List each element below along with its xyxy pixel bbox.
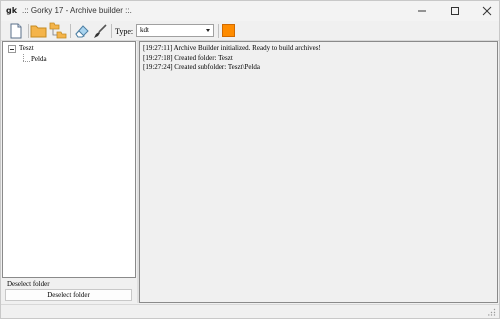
resize-grip-icon[interactable] (488, 308, 496, 316)
deselect-folder-label: Deselect folder (7, 280, 50, 288)
toolbar: Type: kdt (1, 21, 499, 41)
tree-node-root[interactable]: Teszt (19, 44, 34, 52)
app-icon: gk (6, 6, 18, 15)
tree-node-child[interactable]: Pelda (31, 55, 47, 63)
folder-tree[interactable]: Teszt Pelda (2, 41, 136, 278)
type-label: Type: (115, 27, 134, 36)
deselect-folder-button[interactable]: Deselect folder (5, 289, 132, 301)
title-bar: gk .:: Gorky 17 - Archive builder ::. (1, 1, 499, 21)
new-archive-button[interactable] (7, 22, 25, 40)
close-icon (482, 6, 492, 16)
orange-square-icon[interactable] (222, 24, 235, 37)
status-bar (1, 304, 499, 318)
log-line: [19:27:18] Created folder: Teszt (143, 53, 233, 62)
window-title: .:: Gorky 17 - Archive builder ::. (22, 6, 132, 15)
brush-button[interactable] (91, 22, 109, 40)
log-line: [19:27:24] Created subfolder: Teszt\Peld… (143, 63, 260, 71)
close-button[interactable] (471, 1, 500, 21)
type-dropdown-value: kdt (140, 26, 149, 34)
new-file-icon (10, 23, 22, 39)
tree-connector (23, 54, 24, 61)
eraser-button[interactable] (73, 22, 91, 40)
archive-builder-window: gk .:: Gorky 17 - Archive builder ::. Ty… (0, 0, 500, 319)
open-folder-icon (30, 25, 47, 38)
collapse-icon[interactable] (8, 45, 16, 53)
folder-tree-icon (49, 22, 67, 39)
chevron-down-icon (206, 29, 210, 32)
log-panel: [19:27:11] Archive Builder initialized. … (139, 41, 498, 303)
toolbar-separator (70, 24, 71, 38)
toolbar-separator (111, 24, 112, 38)
toolbar-separator (28, 24, 29, 38)
brush-icon (94, 24, 107, 38)
toolbar-separator (218, 24, 219, 38)
maximize-button[interactable] (439, 1, 471, 21)
minimize-icon (418, 10, 426, 12)
minimize-button[interactable] (406, 1, 438, 21)
add-subfolder-button[interactable] (49, 22, 67, 40)
maximize-icon (451, 7, 459, 15)
type-dropdown[interactable]: kdt (136, 24, 214, 37)
log-line: [19:27:11] Archive Builder initialized. … (143, 44, 321, 52)
eraser-icon (75, 25, 89, 38)
open-folder-button[interactable] (30, 22, 48, 40)
tree-connector (23, 61, 30, 62)
